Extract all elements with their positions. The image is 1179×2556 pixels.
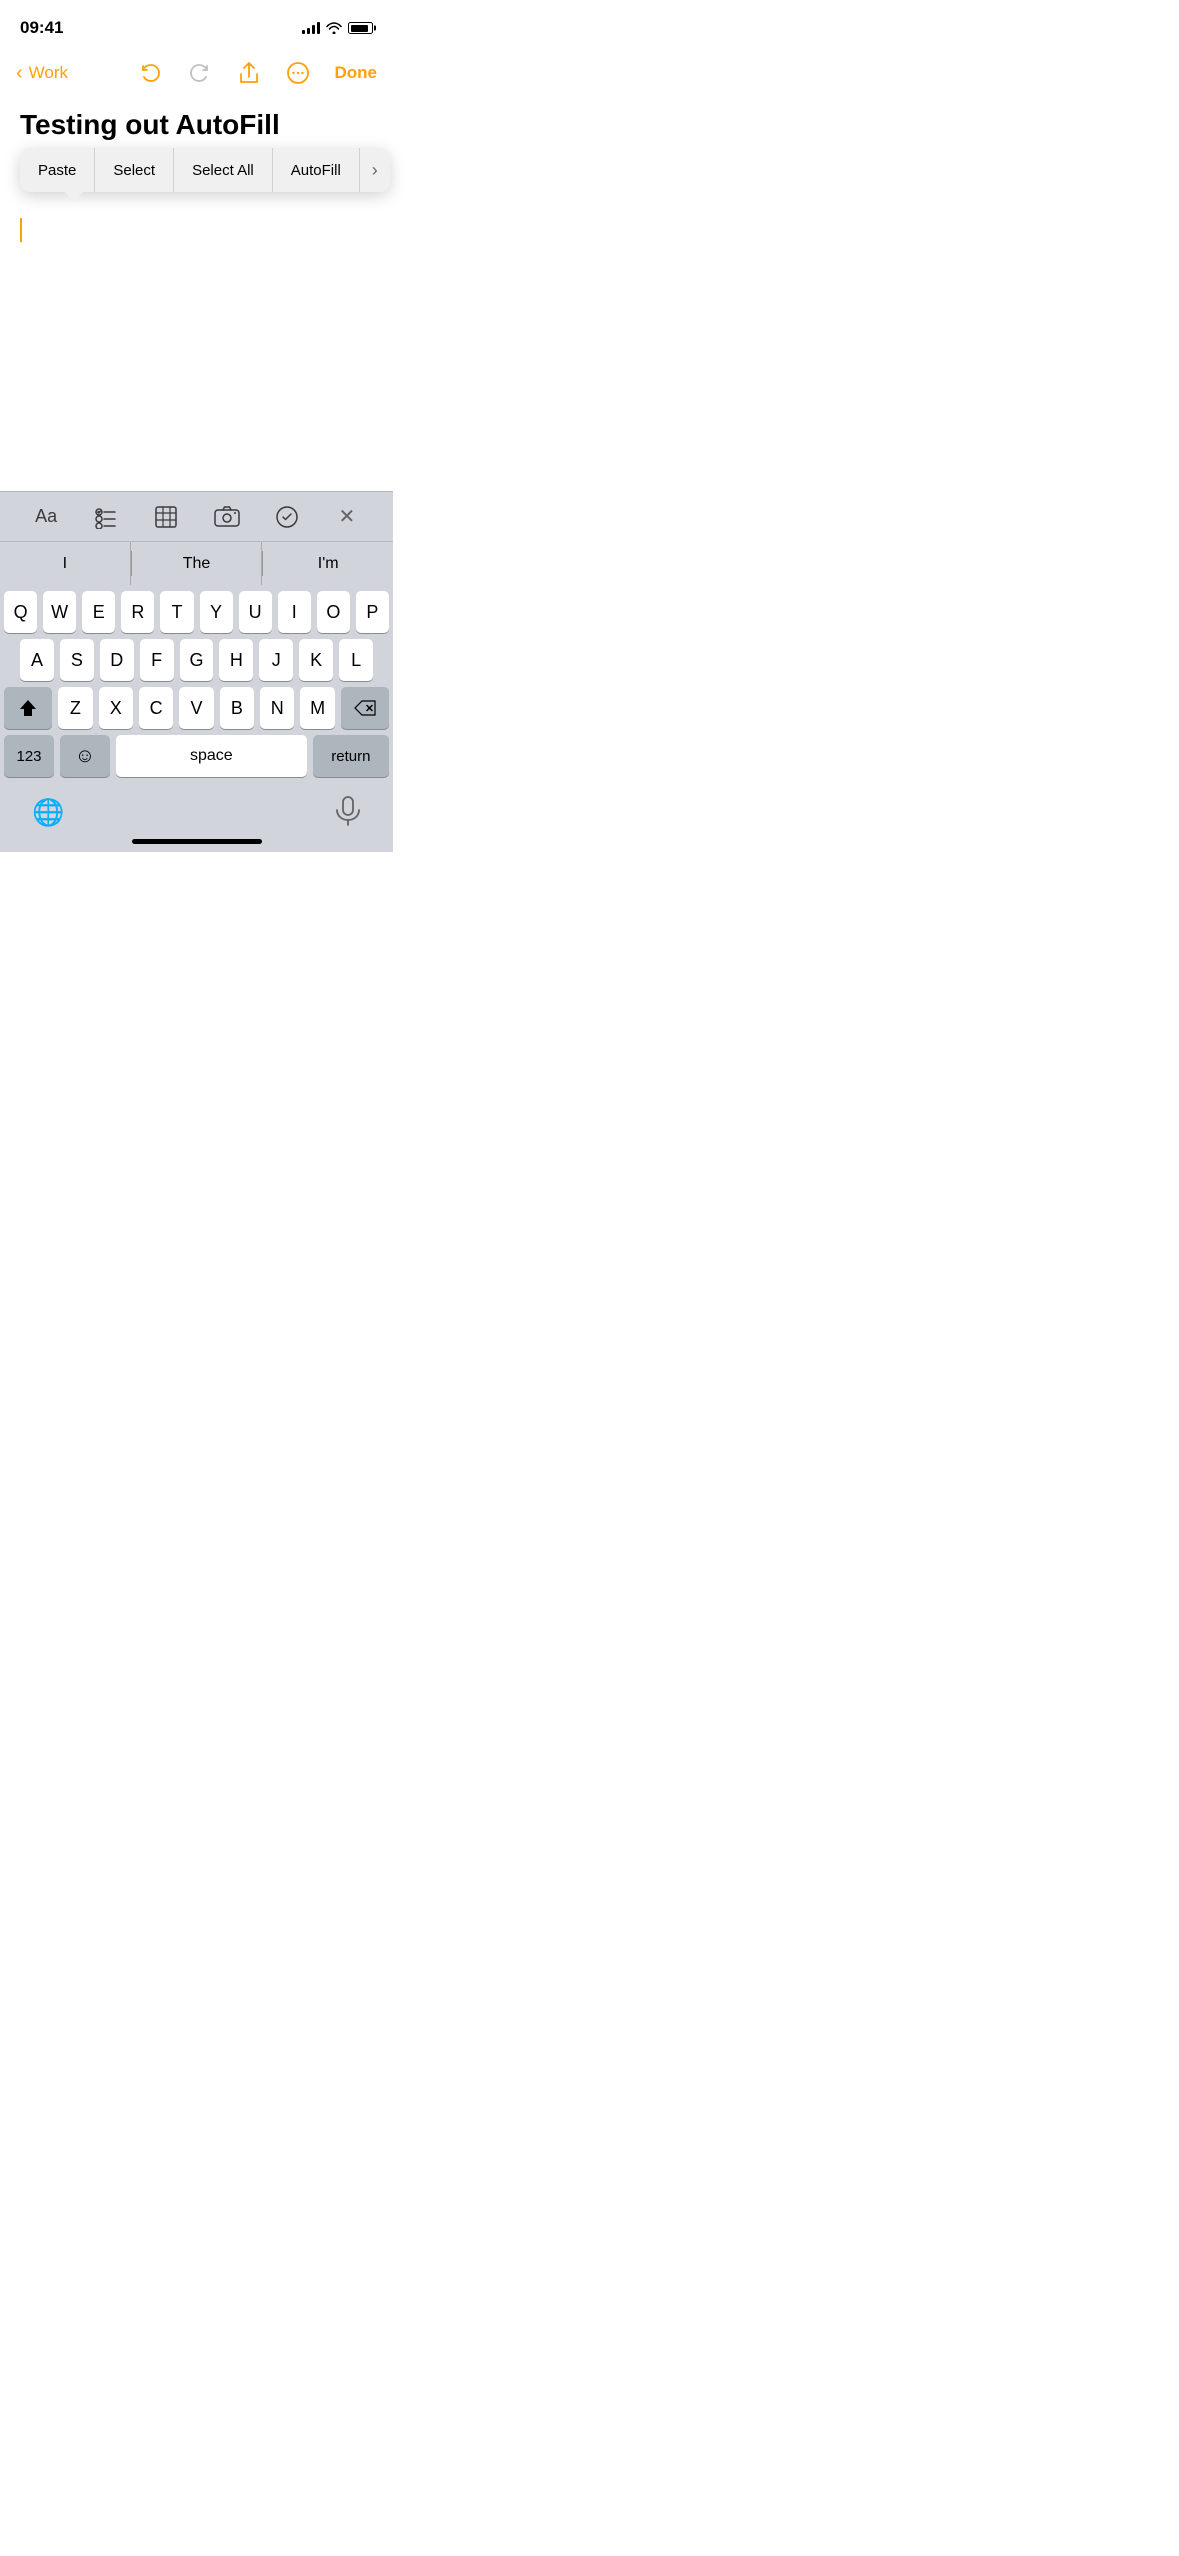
redo-button[interactable]: [187, 60, 213, 86]
checklist-button[interactable]: [88, 499, 124, 535]
key-z[interactable]: Z: [58, 687, 92, 729]
key-t[interactable]: T: [160, 591, 193, 633]
return-button[interactable]: return: [313, 735, 389, 777]
keyboard-keys: Q W E R T Y U I O P A S D F G H J K L: [0, 585, 393, 787]
keyboard-area: Aa: [0, 491, 393, 852]
autocorrect-bar: I The I'm: [0, 541, 393, 585]
status-bar: 09:41: [0, 0, 393, 50]
key-row-2: A S D F G H J K L: [4, 639, 389, 681]
camera-button[interactable]: [209, 499, 245, 535]
key-h[interactable]: H: [219, 639, 253, 681]
key-l[interactable]: L: [339, 639, 373, 681]
key-u[interactable]: U: [239, 591, 272, 633]
key-i[interactable]: I: [278, 591, 311, 633]
key-r[interactable]: R: [121, 591, 154, 633]
key-v[interactable]: V: [179, 687, 213, 729]
emoji-button[interactable]: ☺: [60, 735, 110, 777]
wifi-icon: [326, 22, 342, 34]
key-j[interactable]: J: [259, 639, 293, 681]
key-p[interactable]: P: [356, 591, 389, 633]
key-w[interactable]: W: [43, 591, 76, 633]
autocorrect-item-2[interactable]: The: [132, 542, 263, 585]
key-q[interactable]: Q: [4, 591, 37, 633]
key-x[interactable]: X: [99, 687, 133, 729]
shift-button[interactable]: [4, 687, 52, 729]
key-a[interactable]: A: [20, 639, 54, 681]
home-indicator-bar: [0, 835, 393, 852]
signal-icon: [302, 22, 320, 34]
key-row-1: Q W E R T Y U I O P: [4, 591, 389, 633]
back-label: Work: [29, 63, 68, 83]
delete-button[interactable]: [341, 687, 389, 729]
done-button[interactable]: Done: [335, 63, 378, 83]
table-button[interactable]: [148, 499, 184, 535]
context-paste[interactable]: Paste: [20, 148, 95, 192]
more-button[interactable]: [285, 60, 311, 86]
key-s[interactable]: S: [60, 639, 94, 681]
nav-icons: Done: [137, 60, 378, 86]
context-autofill[interactable]: AutoFill: [273, 148, 360, 192]
context-menu: Paste Select Select All AutoFill ›: [20, 148, 390, 192]
key-row-4: 123 ☺ space return: [4, 735, 389, 777]
back-button[interactable]: ‹ Work: [16, 62, 68, 85]
bottom-bar: 🌐: [0, 787, 393, 835]
close-keyboard-button[interactable]: ✕: [329, 499, 365, 535]
status-time: 09:41: [20, 18, 63, 38]
nav-bar: ‹ Work: [0, 50, 393, 100]
markup-button[interactable]: [269, 499, 305, 535]
key-c[interactable]: C: [139, 687, 173, 729]
autocorrect-item-3[interactable]: I'm: [263, 542, 393, 585]
home-indicator: [132, 839, 262, 844]
key-f[interactable]: F: [140, 639, 174, 681]
key-n[interactable]: N: [260, 687, 294, 729]
context-select[interactable]: Select: [95, 148, 174, 192]
text-cursor: [20, 218, 22, 242]
mic-button[interactable]: [335, 796, 361, 829]
context-select-all[interactable]: Select All: [174, 148, 273, 192]
share-button[interactable]: [237, 60, 261, 86]
chevron-left-icon: ‹: [16, 62, 23, 85]
key-b[interactable]: B: [220, 687, 254, 729]
key-k[interactable]: K: [299, 639, 333, 681]
battery-icon: [348, 22, 373, 34]
space-button[interactable]: space: [116, 735, 307, 777]
formatting-toolbar: Aa: [0, 491, 393, 541]
key-row-3: Z X C V B N M: [4, 687, 389, 729]
key-e[interactable]: E: [82, 591, 115, 633]
status-icons: [302, 22, 373, 34]
key-y[interactable]: Y: [200, 591, 233, 633]
context-more[interactable]: ›: [360, 148, 390, 192]
font-format-button[interactable]: Aa: [28, 499, 64, 535]
undo-button[interactable]: [137, 60, 163, 86]
key-d[interactable]: D: [100, 639, 134, 681]
key-m[interactable]: M: [300, 687, 334, 729]
key-g[interactable]: G: [180, 639, 214, 681]
autocorrect-item-1[interactable]: I: [0, 542, 131, 585]
globe-button[interactable]: 🌐: [32, 797, 64, 828]
numbers-button[interactable]: 123: [4, 735, 54, 777]
key-o[interactable]: O: [317, 591, 350, 633]
